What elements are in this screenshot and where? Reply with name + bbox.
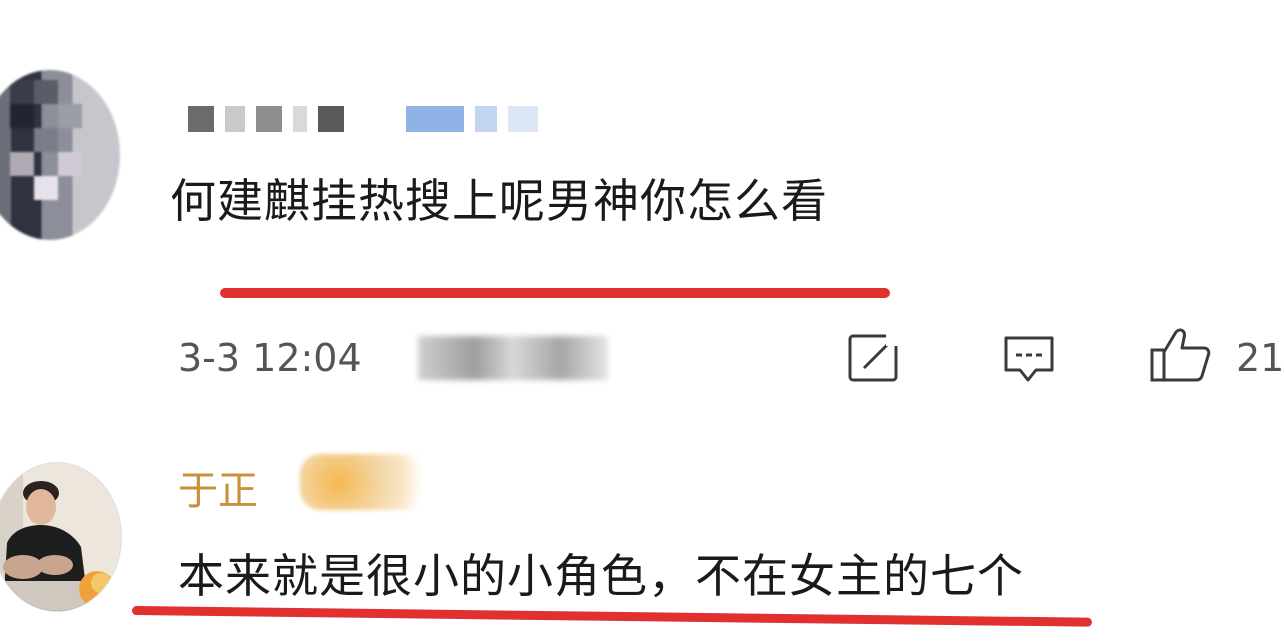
like-icon[interactable] xyxy=(1148,324,1214,386)
comment-timestamp: 3-3 12:04 xyxy=(178,336,362,380)
badge-redacted xyxy=(406,106,544,136)
annotation-underline xyxy=(131,606,1092,627)
location-redacted xyxy=(418,336,608,380)
like-count: 21 xyxy=(1236,336,1284,380)
comment-text: 何建麒挂热搜上呢男神你怎么看 xyxy=(170,174,828,228)
annotation-underline xyxy=(220,288,890,298)
username-redacted[interactable] xyxy=(188,106,350,136)
comment-icon[interactable] xyxy=(1000,330,1058,386)
share-icon[interactable] xyxy=(846,330,904,386)
avatar[interactable] xyxy=(0,70,120,240)
user-badge xyxy=(300,454,428,510)
avatar[interactable] xyxy=(0,462,122,612)
username[interactable]: 于正 xyxy=(178,458,258,516)
comment-text: 本来就是很小的小角色，不在女主的七个 xyxy=(178,549,1024,603)
